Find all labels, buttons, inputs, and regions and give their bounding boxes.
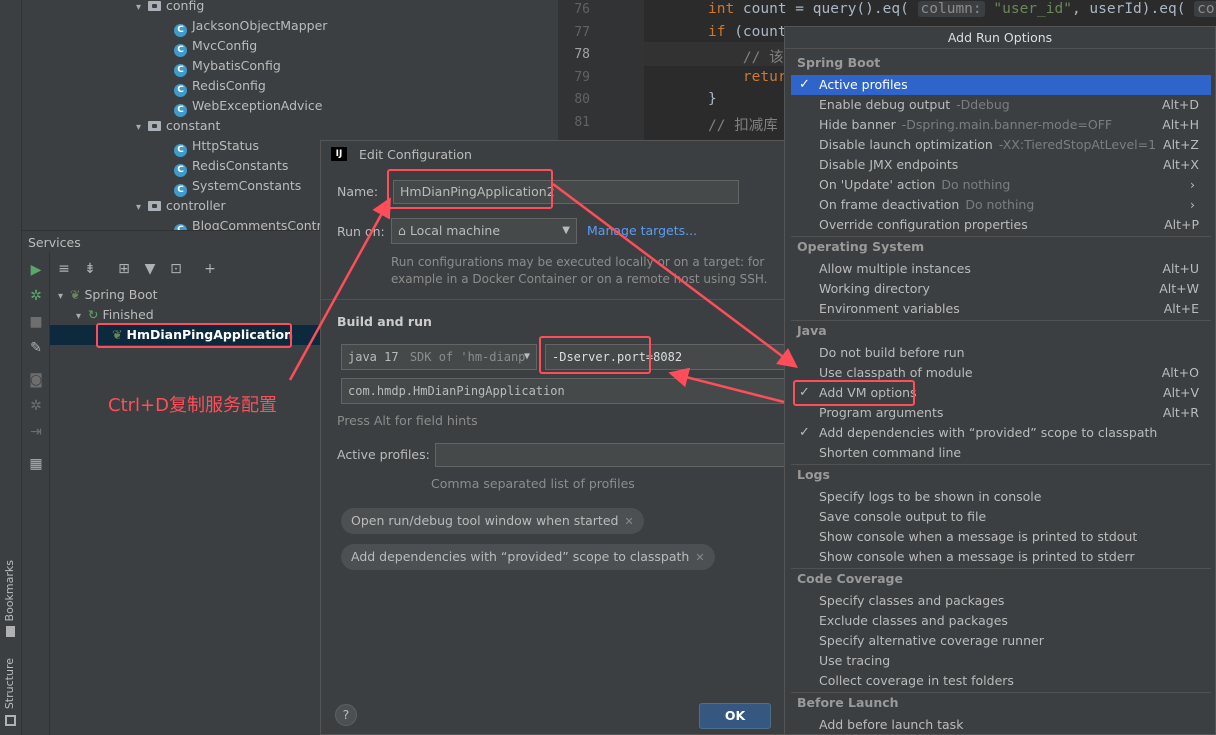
annotation-arrows <box>288 183 798 404</box>
arrow-to-vm-options-field <box>668 367 785 404</box>
arrow-to-add-vm-options <box>552 183 798 369</box>
arrow-to-name-field <box>288 197 391 381</box>
